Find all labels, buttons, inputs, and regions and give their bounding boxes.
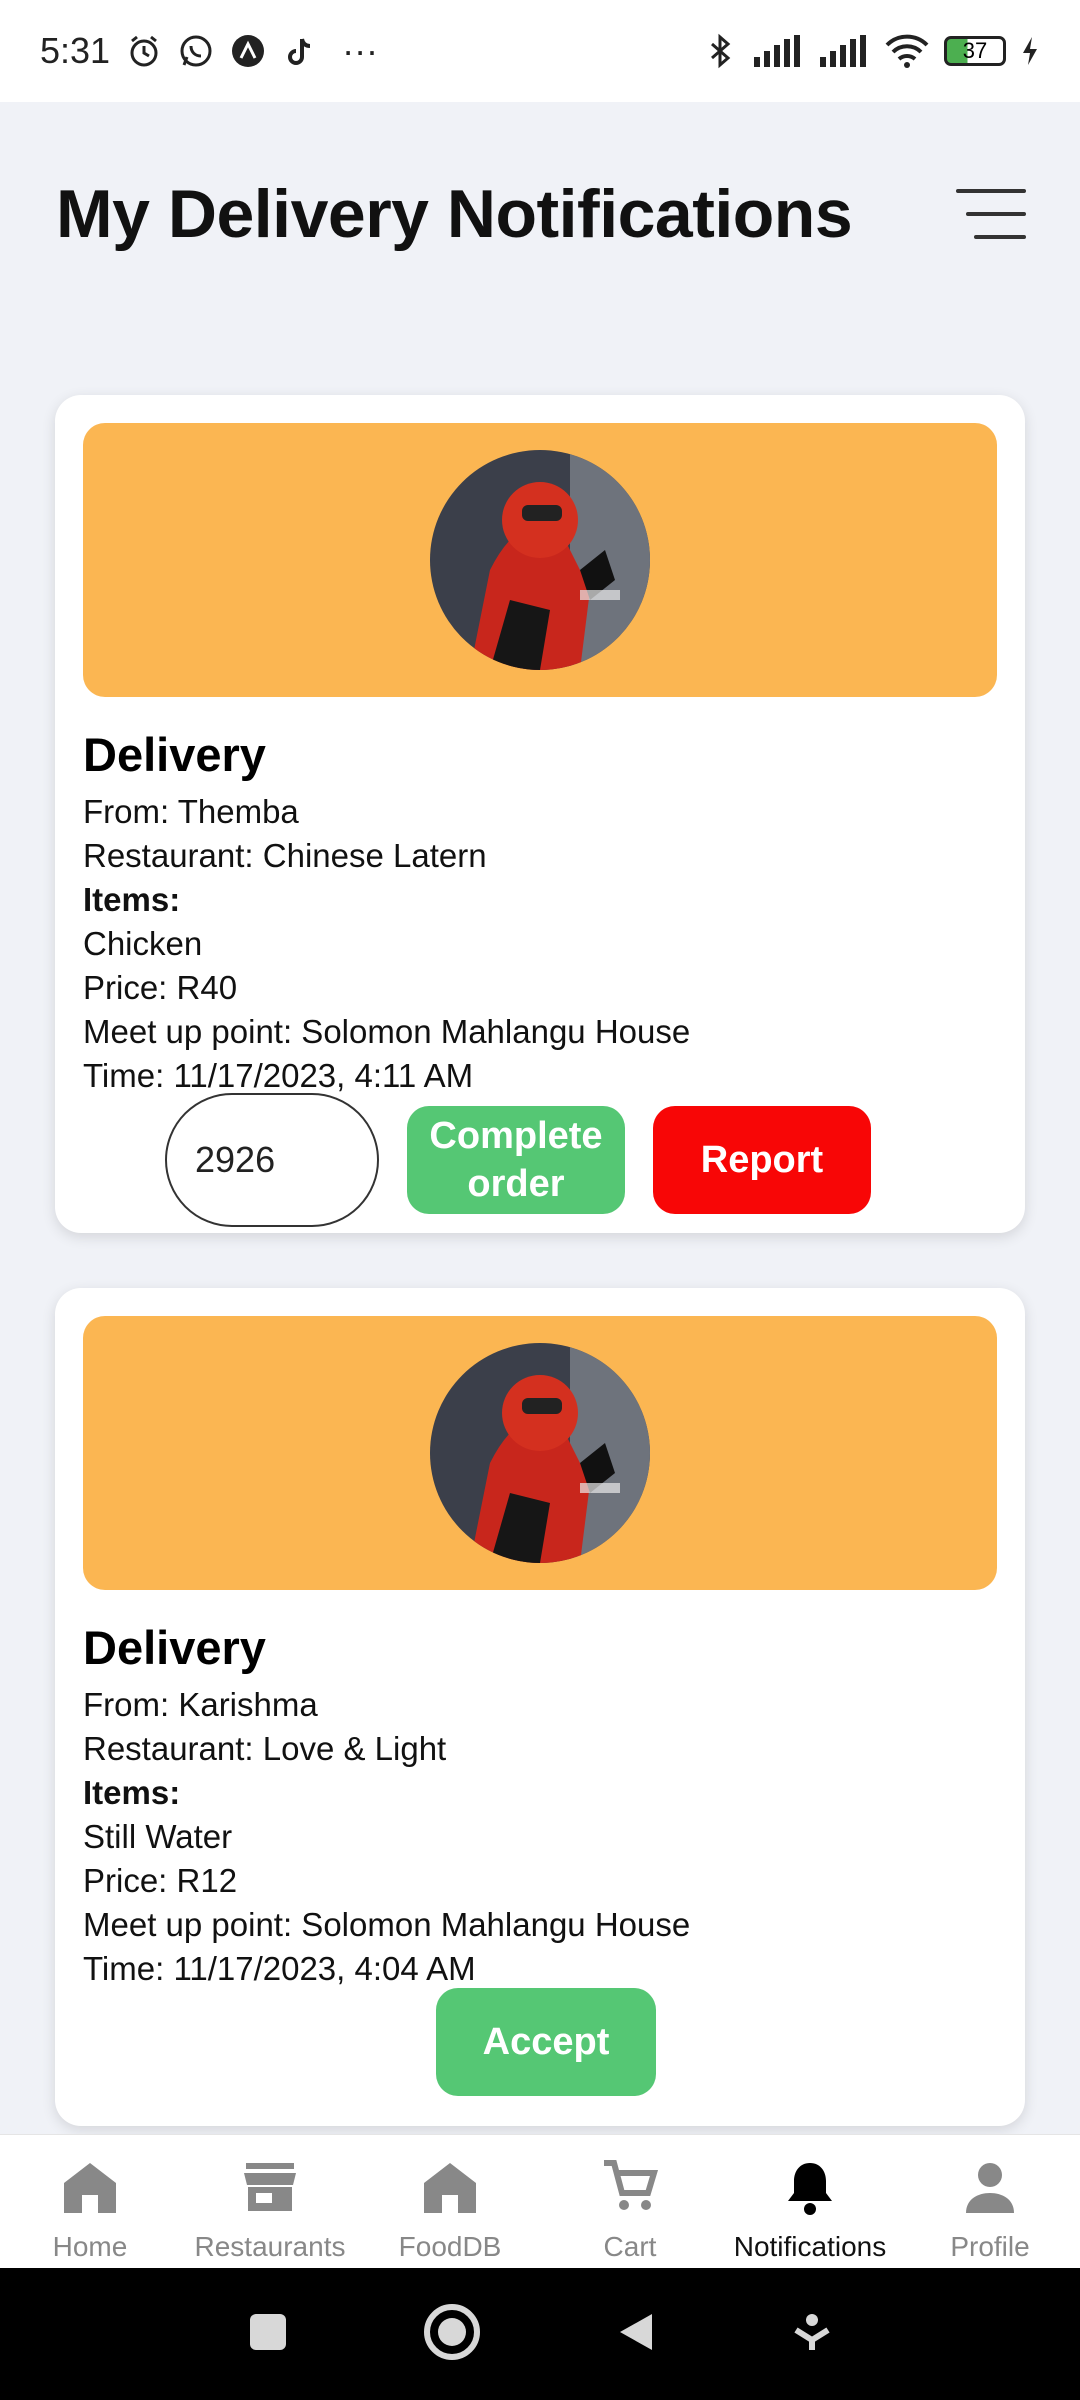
items-label: Items: bbox=[83, 1774, 181, 1811]
charging-icon bbox=[1020, 33, 1040, 69]
back-button[interactable] bbox=[614, 2310, 658, 2359]
nav-cart[interactable]: Cart bbox=[540, 2135, 720, 2269]
person-icon bbox=[958, 2155, 1022, 2219]
card-title: Delivery bbox=[83, 1621, 266, 1674]
nav-label: Cart bbox=[603, 2231, 657, 2262]
menu-line-icon bbox=[966, 212, 1026, 216]
complete-order-button[interactable]: Complete order bbox=[407, 1106, 625, 1214]
nav-notifications[interactable]: Notifications bbox=[720, 2135, 900, 2269]
hamburger-menu-button[interactable] bbox=[956, 189, 1026, 239]
status-right: 37 bbox=[702, 33, 1040, 69]
home-icon bbox=[418, 2155, 482, 2219]
card-details: Delivery From: Themba Restaurant: Chines… bbox=[83, 727, 997, 1098]
card-title: Delivery bbox=[83, 728, 266, 781]
restaurant-text: Restaurant: Love & Light bbox=[83, 1730, 447, 1767]
card-banner bbox=[83, 1316, 997, 1590]
status-time: 5:31 bbox=[40, 30, 111, 71]
wifi-icon bbox=[884, 33, 930, 69]
more-notifications: ··· bbox=[342, 30, 379, 71]
battery-level: 37 bbox=[962, 38, 988, 63]
nav-label: Home bbox=[52, 2231, 128, 2262]
from-text: From: Karishma bbox=[83, 1686, 318, 1723]
card-actions: 2926 Complete order Report bbox=[165, 1093, 871, 1227]
battery-indicator: 37 bbox=[944, 36, 1006, 66]
meetup-text: Meet up point: Solomon Mahlangu House bbox=[83, 1013, 691, 1050]
delivery-card: Delivery From: Themba Restaurant: Chines… bbox=[55, 395, 1025, 1233]
signal-icon-2 bbox=[818, 33, 870, 69]
price-text: Price: R12 bbox=[83, 1862, 238, 1899]
nav-label: Notifications bbox=[733, 2231, 887, 2262]
bluetooth-icon bbox=[702, 33, 738, 69]
bell-icon bbox=[778, 2155, 842, 2219]
bottom-navigation: Home Restaurants FoodDB Cart Notificatio… bbox=[0, 2134, 1080, 2269]
report-button[interactable]: Report bbox=[653, 1106, 871, 1214]
menu-line-icon bbox=[974, 235, 1026, 239]
restaurant-text: Restaurant: Chinese Latern bbox=[83, 837, 487, 874]
nav-label: Profile bbox=[950, 2231, 1030, 2262]
status-bar: 5:31 ··· 37 bbox=[0, 0, 1080, 102]
tiktok-icon bbox=[282, 33, 318, 69]
meetup-text: Meet up point: Solomon Mahlangu House bbox=[83, 1906, 691, 1943]
system-navigation-bar bbox=[0, 2268, 1080, 2400]
driver-avatar bbox=[430, 1343, 650, 1563]
item-text: Chicken bbox=[83, 925, 203, 962]
cart-icon bbox=[598, 2155, 662, 2219]
store-icon bbox=[238, 2155, 302, 2219]
card-banner bbox=[83, 423, 997, 697]
nav-profile[interactable]: Profile bbox=[900, 2135, 1080, 2269]
nav-restaurants[interactable]: Restaurants bbox=[180, 2135, 360, 2269]
items-label: Items: bbox=[83, 881, 181, 918]
otp-value: 2926 bbox=[195, 1139, 276, 1180]
accept-button[interactable]: Accept bbox=[436, 1988, 656, 2096]
recents-button[interactable] bbox=[246, 2310, 290, 2359]
alarm-icon bbox=[126, 33, 162, 69]
time-text: Time: 11/17/2023, 4:04 AM bbox=[83, 1950, 476, 1987]
card-actions: Accept bbox=[436, 1988, 656, 2096]
nav-fooddb[interactable]: FoodDB bbox=[360, 2135, 540, 2269]
delivery-card: Delivery From: Karishma Restaurant: Love… bbox=[55, 1288, 1025, 2126]
menu-line-icon bbox=[956, 189, 1026, 193]
home-icon bbox=[58, 2155, 122, 2219]
page-title: My Delivery Notifications bbox=[56, 176, 853, 252]
app-icon bbox=[230, 33, 266, 69]
status-left: 5:31 ··· bbox=[40, 30, 378, 72]
accessibility-button[interactable] bbox=[790, 2310, 834, 2359]
page-header: My Delivery Notifications bbox=[56, 175, 1026, 253]
otp-input[interactable]: 2926 bbox=[165, 1093, 379, 1227]
price-text: Price: R40 bbox=[83, 969, 238, 1006]
nav-label: FoodDB bbox=[398, 2231, 502, 2262]
driver-avatar bbox=[430, 450, 650, 670]
home-button[interactable] bbox=[422, 2302, 482, 2367]
from-text: From: Themba bbox=[83, 793, 299, 830]
nav-label: Restaurants bbox=[194, 2231, 346, 2262]
whatsapp-icon bbox=[178, 33, 214, 69]
nav-home[interactable]: Home bbox=[0, 2135, 180, 2269]
item-text: Still Water bbox=[83, 1818, 233, 1855]
card-details: Delivery From: Karishma Restaurant: Love… bbox=[83, 1620, 997, 1991]
signal-icon bbox=[752, 33, 804, 69]
time-text: Time: 11/17/2023, 4:11 AM bbox=[83, 1057, 474, 1094]
